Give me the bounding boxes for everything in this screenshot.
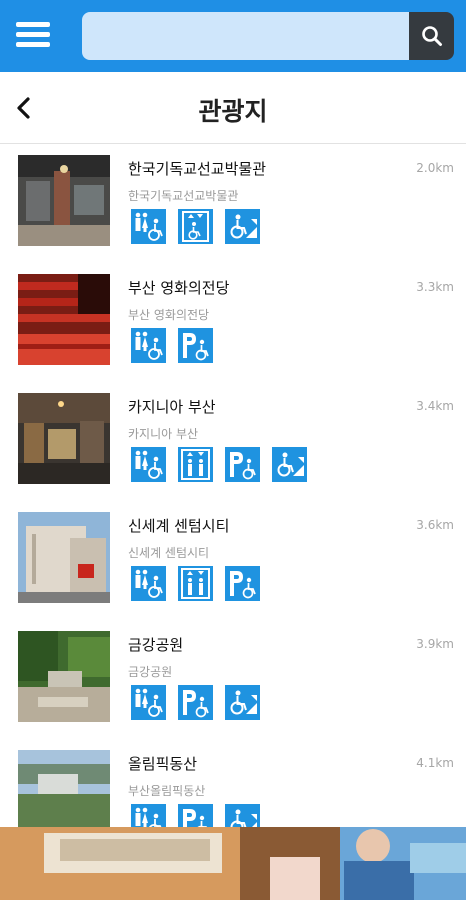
restroom-accessible-icon — [131, 209, 166, 244]
search-icon — [422, 26, 442, 46]
item-name: 한국기독교선교박물관 — [128, 160, 267, 178]
page-header: 관광지 — [0, 72, 466, 144]
restroom-accessible-icon — [131, 685, 166, 720]
ramp-access-icon — [225, 209, 260, 244]
thumbnail-image — [18, 512, 110, 603]
accessible-parking-icon — [178, 804, 213, 827]
search-input[interactable] — [82, 12, 409, 60]
item-distance: 3.9km — [416, 637, 454, 651]
item-subtitle: 신세계 센텀시티 — [128, 546, 210, 560]
list-item[interactable]: 한국기독교선교박물관 한국기독교선교박물관 2.0km — [0, 145, 466, 264]
list-item[interactable]: 카지니아 부산 카지니아 부산 3.4km — [0, 383, 466, 502]
top-app-bar — [0, 0, 466, 72]
thumbnail-image — [18, 155, 110, 246]
ramp-access-icon — [272, 447, 307, 482]
elevator-wheelchair-icon — [178, 209, 213, 244]
ad-banner[interactable] — [0, 827, 466, 900]
item-name: 부산 영화의전당 — [128, 279, 230, 297]
search-button[interactable] — [409, 12, 454, 60]
accessible-parking-icon — [178, 685, 213, 720]
list-item[interactable]: 올림픽동산 부산올림픽동산 4.1km — [0, 740, 466, 827]
restroom-accessible-icon — [131, 328, 166, 363]
elevator-icon — [178, 566, 213, 601]
item-distance: 3.4km — [416, 399, 454, 413]
restroom-accessible-icon — [131, 566, 166, 601]
item-distance: 3.6km — [416, 518, 454, 532]
item-distance: 2.0km — [416, 161, 454, 175]
list-item[interactable]: 금강공원 금강공원 3.9km — [0, 621, 466, 740]
item-distance: 4.1km — [416, 756, 454, 770]
item-subtitle: 카지니아 부산 — [128, 427, 199, 441]
thumbnail-image — [18, 393, 110, 484]
item-name: 카지니아 부산 — [128, 398, 216, 416]
ramp-access-icon — [225, 685, 260, 720]
list-item[interactable]: 신세계 센텀시티 신세계 센텀시티 3.6km — [0, 502, 466, 621]
accessible-parking-icon — [178, 328, 213, 363]
item-subtitle: 한국기독교선교박물관 — [128, 189, 239, 203]
item-name: 금강공원 — [128, 636, 184, 654]
ramp-access-icon — [225, 804, 260, 827]
item-subtitle: 부산올림픽동산 — [128, 784, 206, 798]
accessible-parking-icon — [225, 447, 260, 482]
restroom-accessible-icon — [131, 447, 166, 482]
accessible-parking-icon — [225, 566, 260, 601]
item-name: 신세계 센텀시티 — [128, 517, 230, 535]
thumbnail-image — [18, 274, 110, 365]
list-item[interactable]: 부산 영화의전당 부산 영화의전당 3.3km — [0, 264, 466, 383]
restroom-accessible-icon — [131, 804, 166, 827]
page-title: 관광지 — [198, 97, 268, 126]
thumbnail-image — [18, 750, 110, 827]
attraction-list: 한국기독교선교박물관 한국기독교선교박물관 2.0km 부산 영화의전당 부산 — [0, 145, 466, 827]
item-subtitle: 금강공원 — [128, 665, 173, 679]
thumbnail-image — [18, 631, 110, 722]
elevator-icon — [178, 447, 213, 482]
search-bar — [82, 12, 454, 60]
item-name: 올림픽동산 — [128, 755, 198, 773]
hamburger-menu-icon[interactable] — [16, 20, 52, 50]
item-distance: 3.3km — [416, 280, 454, 294]
item-subtitle: 부산 영화의전당 — [128, 308, 210, 322]
